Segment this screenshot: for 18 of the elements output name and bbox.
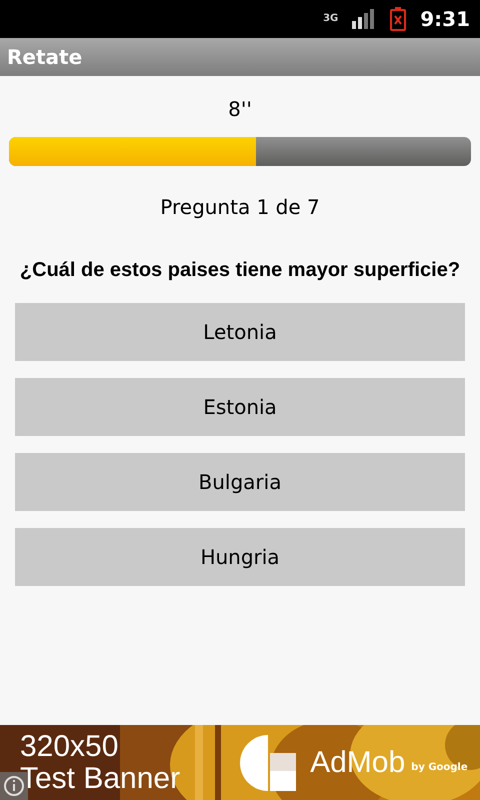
timer-text: 8''	[228, 96, 252, 123]
ad-label-text: Test Banner	[20, 762, 180, 794]
question-text: ¿Cuál de estos paises tiene mayor superficie?	[20, 258, 460, 283]
signal-icon	[352, 9, 376, 29]
ad-banner[interactable]: 320x50 Test Banner AdMob by Google	[0, 725, 480, 800]
question-counter: Pregunta 1 de 7	[160, 194, 320, 221]
clock: 9:31	[420, 6, 470, 33]
battery-icon	[390, 7, 406, 31]
answer-button[interactable]: Letonia	[15, 303, 465, 361]
network-label: 3G	[323, 14, 338, 24]
ad-brand-text: AdMob	[310, 745, 406, 781]
answer-button[interactable]: Hungria	[15, 528, 465, 586]
answer-button[interactable]: Bulgaria	[15, 453, 465, 511]
logo-icon	[240, 734, 296, 790]
answer-button[interactable]: Estonia	[15, 378, 465, 436]
app-title: Retate	[7, 44, 82, 71]
ad-byline-text: by Google	[411, 761, 468, 775]
ad-size-text: 320x50	[20, 730, 120, 762]
